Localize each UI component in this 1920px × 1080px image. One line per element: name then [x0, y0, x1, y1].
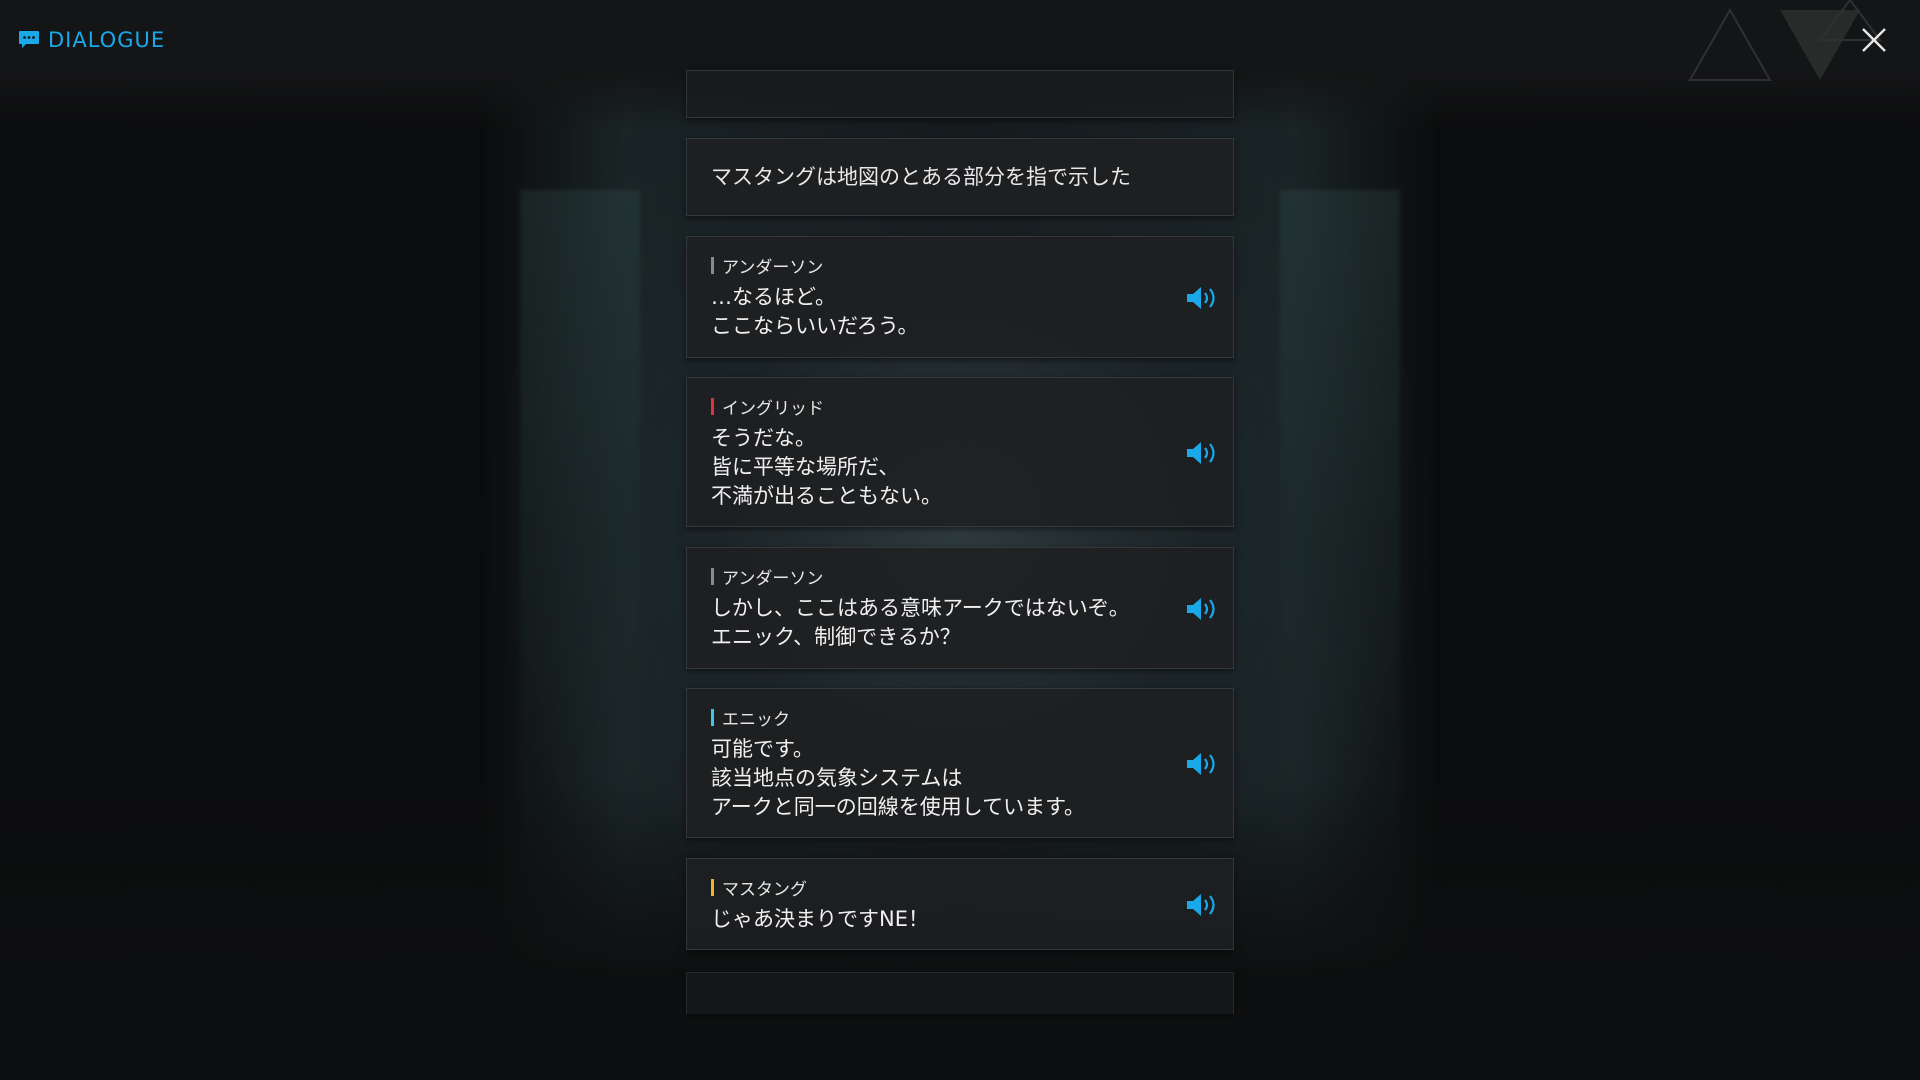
dialogue-header: DIALOGUE	[18, 28, 165, 52]
speaker-color-bar	[711, 398, 714, 415]
speaker-color-bar	[711, 257, 714, 274]
dialogue-line: エニック、制御できるか？	[711, 625, 961, 649]
dialogue-line: 皆に平等な場所だ、	[711, 455, 900, 479]
speaker-label: アンダーソン	[722, 258, 824, 278]
dialogue-entry: アンダーソン しかし、ここはある意味アークではないぞ。 エニック、制御できるか？	[686, 547, 1234, 669]
dialogue-lines: しかし、ここはある意味アークではないぞ。 エニック、制御できるか？	[711, 594, 1130, 652]
dialogue-line: ここならいいだろう。	[711, 314, 919, 338]
speaker-label: マスタング	[722, 880, 807, 900]
dialogue-line: 可能です。	[711, 737, 814, 761]
dialogue-entry: エニック 可能です。 該当地点の気象システムは アークと同一の回線を使用していま…	[686, 688, 1234, 838]
dialogue-line: そうだな。	[711, 426, 816, 450]
dialogue-entry: アンダーソン …なるほど。 ここならいいだろう。	[686, 236, 1234, 358]
dialogue-lines: 可能です。 該当地点の気象システムは アークと同一の回線を使用しています。	[711, 735, 1085, 822]
speaker-icon[interactable]	[1185, 750, 1221, 778]
speaker-name: マスタング	[711, 875, 807, 900]
speaker-label: エニック	[722, 710, 790, 730]
speaker-icon[interactable]	[1185, 439, 1221, 467]
close-icon[interactable]	[1858, 24, 1890, 56]
dialogue-line: アークと同一の回線を使用しています。	[711, 795, 1086, 819]
dialogue-lines: …なるほど。 ここならいいだろう。	[711, 283, 918, 341]
dialogue-lines: そうだな。 皆に平等な場所だ、 不満が出ることもない。	[711, 424, 942, 511]
previous-entry-partial	[686, 70, 1234, 118]
dialogue-title: DIALOGUE	[48, 28, 166, 52]
dialogue-line: 不満が出ることもない。	[711, 484, 942, 508]
speaker-name: アンダーソン	[711, 564, 823, 589]
chat-icon	[19, 31, 39, 48]
speaker-name: アンダーソン	[711, 253, 823, 278]
dialogue-lines: じゃあ決まりですNE！	[711, 905, 929, 934]
speaker-name: エニック	[711, 705, 790, 730]
speaker-icon[interactable]	[1185, 891, 1221, 919]
narration-entry: マスタングは地図のとある部分を指で示した	[686, 138, 1234, 216]
dialogue-line: …なるほど。	[711, 285, 836, 309]
speaker-color-bar	[711, 709, 714, 726]
dialogue-entry: イングリッド そうだな。 皆に平等な場所だ、 不満が出ることもない。	[686, 377, 1234, 527]
speaker-icon[interactable]	[1185, 284, 1221, 312]
speaker-label: イングリッド	[722, 399, 824, 419]
dialogue-log-screen: DIALOGUE マスタングは地図のとある部分を指で示した アンダーソン …なる…	[0, 0, 1920, 1080]
speaker-color-bar	[711, 568, 714, 585]
speaker-color-bar	[711, 879, 714, 896]
corner-decoration	[1688, 0, 1882, 81]
narration-text: マスタングは地図のとある部分を指で示した	[711, 165, 1131, 189]
dialogue-line: しかし、ここはある意味アークではないぞ。	[711, 596, 1130, 620]
dialogue-line: じゃあ決まりですNE！	[711, 907, 929, 931]
speaker-label: アンダーソン	[722, 569, 824, 589]
dialogue-entry: マスタング じゃあ決まりですNE！	[686, 858, 1234, 950]
speaker-name: イングリッド	[711, 394, 824, 419]
next-entry-partial	[686, 972, 1234, 1014]
dialogue-line: 該当地点の気象システムは	[711, 766, 963, 790]
speaker-icon[interactable]	[1185, 595, 1221, 623]
